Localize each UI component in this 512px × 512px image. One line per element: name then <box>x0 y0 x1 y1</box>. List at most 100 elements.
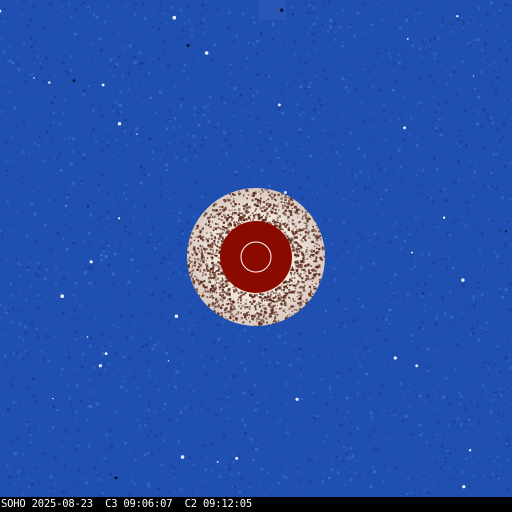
noise-pixel <box>393 224 396 226</box>
noise-pixel <box>427 242 430 245</box>
noise-pixel <box>326 183 329 186</box>
noise-pixel <box>44 160 47 163</box>
noise-pixel <box>240 477 244 480</box>
noise-pixel <box>405 419 408 422</box>
speckle-dot <box>243 215 245 217</box>
speckle-dot <box>203 280 206 283</box>
noise-pixel <box>398 147 402 150</box>
noise-pixel <box>244 431 247 435</box>
noise-pixel <box>356 164 358 166</box>
speckle-dot <box>205 286 208 289</box>
noise-pixel <box>4 148 7 151</box>
noise-pixel <box>444 457 447 460</box>
noise-pixel <box>161 261 164 264</box>
noise-pixel <box>478 392 482 396</box>
noise-pixel <box>51 476 53 478</box>
speckle-dot <box>191 272 194 275</box>
speckle-dot <box>280 288 283 291</box>
noise-pixel <box>342 127 345 130</box>
speckle-dot <box>214 284 216 286</box>
noise-pixel <box>3 354 7 358</box>
noise-pixel <box>155 385 158 388</box>
noise-pixel <box>346 251 350 255</box>
noise-pixel <box>482 170 484 173</box>
speckle-dot <box>258 296 261 299</box>
noise-pixel <box>60 291 63 294</box>
noise-pixel <box>325 77 328 80</box>
speckle-dot <box>257 199 260 202</box>
noise-pixel <box>21 150 25 154</box>
speckle-dot <box>208 280 211 284</box>
noise-pixel <box>139 349 142 352</box>
noise-pixel <box>300 112 303 115</box>
noise-pixel <box>402 95 404 98</box>
noise-pixel <box>247 340 251 343</box>
noise-pixel <box>306 202 309 205</box>
noise-pixel <box>510 99 512 101</box>
noise-pixel <box>462 291 465 295</box>
speckle-dot <box>238 193 241 196</box>
noise-pixel <box>329 395 332 399</box>
noise-pixel <box>151 158 154 161</box>
noise-pixel <box>246 7 249 10</box>
noise-pixel <box>343 193 346 196</box>
noise-pixel <box>54 95 57 99</box>
noise-pixel <box>372 428 376 432</box>
noise-pixel <box>127 292 130 296</box>
noise-pixel <box>115 101 118 104</box>
noise-pixel <box>250 1 252 4</box>
noise-pixel <box>195 354 197 356</box>
noise-pixel <box>343 59 346 61</box>
speckle-dot <box>322 249 324 251</box>
noise-pixel <box>138 51 142 55</box>
noise-pixel <box>210 58 214 62</box>
noise-pixel <box>371 28 373 30</box>
noise-pixel <box>485 223 488 225</box>
speckle-dot <box>292 228 294 230</box>
speckle-dot <box>308 216 310 219</box>
noise-pixel <box>207 110 210 112</box>
noise-pixel <box>289 178 292 180</box>
noise-pixel <box>112 4 114 7</box>
noise-pixel <box>30 285 32 288</box>
speckle-dot <box>217 215 219 217</box>
noise-pixel <box>60 93 62 95</box>
noise-pixel <box>435 323 439 327</box>
speckle-dot <box>289 297 291 299</box>
noise-pixel <box>418 3 421 6</box>
noise-pixel <box>47 157 50 159</box>
noise-pixel <box>312 22 316 26</box>
noise-pixel <box>325 435 328 438</box>
noise-pixel <box>10 294 13 297</box>
noise-pixel <box>6 175 8 177</box>
noise-pixel <box>118 221 121 223</box>
noise-pixel <box>38 136 41 139</box>
noise-pixel <box>330 137 332 139</box>
noise-pixel <box>181 327 184 330</box>
noise-pixel <box>74 304 77 307</box>
speckle-dot <box>259 204 261 206</box>
noise-pixel <box>74 8 78 11</box>
noise-pixel <box>189 407 193 411</box>
noise-pixel <box>224 345 228 349</box>
noise-pixel <box>78 323 82 326</box>
speckle-dot <box>301 268 304 271</box>
noise-pixel <box>380 339 382 341</box>
noise-pixel <box>42 181 44 183</box>
noise-pixel <box>439 129 442 132</box>
noise-pixel <box>250 442 252 444</box>
noise-pixel <box>369 164 372 167</box>
noise-pixel <box>390 295 392 297</box>
noise-pixel <box>215 359 218 362</box>
speckle-dot <box>306 224 308 227</box>
speckle-dot <box>191 270 193 272</box>
noise-pixel <box>474 113 476 115</box>
noise-pixel <box>323 222 325 224</box>
noise-pixel <box>22 357 25 360</box>
noise-pixel <box>373 245 375 248</box>
noise-pixel <box>21 201 23 203</box>
noise-pixel <box>359 364 362 368</box>
noise-pixel <box>316 192 318 194</box>
noise-pixel <box>418 326 421 330</box>
noise-pixel <box>446 397 449 400</box>
